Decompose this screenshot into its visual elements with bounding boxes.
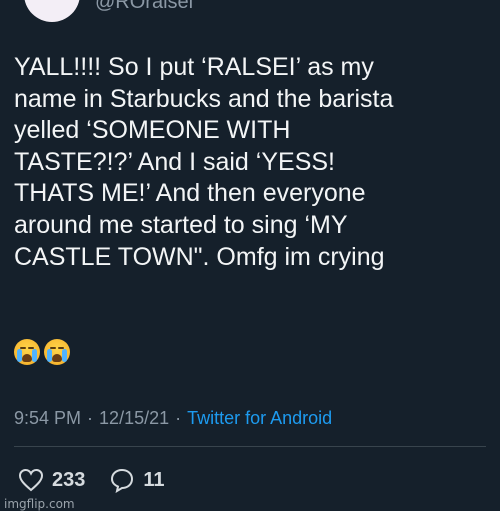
loudly-crying-face-icon [44,339,70,365]
tweet-source-link[interactable]: Twitter for Android [187,408,332,429]
speech-bubble-icon [111,468,134,493]
tweet-header: @ROralsel [0,0,500,30]
tweet-time[interactable]: 9:54 PM [14,408,81,429]
emoji-row [14,339,70,365]
avatar[interactable] [24,0,80,22]
like-count: 233 [52,468,86,491]
tweet-date[interactable]: 12/15/21 [99,408,169,429]
reply-count: 11 [143,468,165,491]
tweet-actions: 233 11 [18,467,189,493]
watermark: imgflip.com [4,497,75,511]
reply-button[interactable]: 11 [109,467,165,493]
meta-separator: · [175,408,182,428]
like-button[interactable]: 233 [18,468,85,492]
meta-separator: · [87,408,94,428]
loudly-crying-face-icon [14,339,40,365]
divider [14,446,486,447]
tweet-meta: 9:54 PM · 12/15/21 · Twitter for Android [14,408,332,429]
user-handle[interactable]: @ROralsel [95,0,193,14]
heart-icon [18,468,44,492]
tweet-text: YALL!!!! So I put ‘RALSEI’ as my name in… [14,53,394,271]
